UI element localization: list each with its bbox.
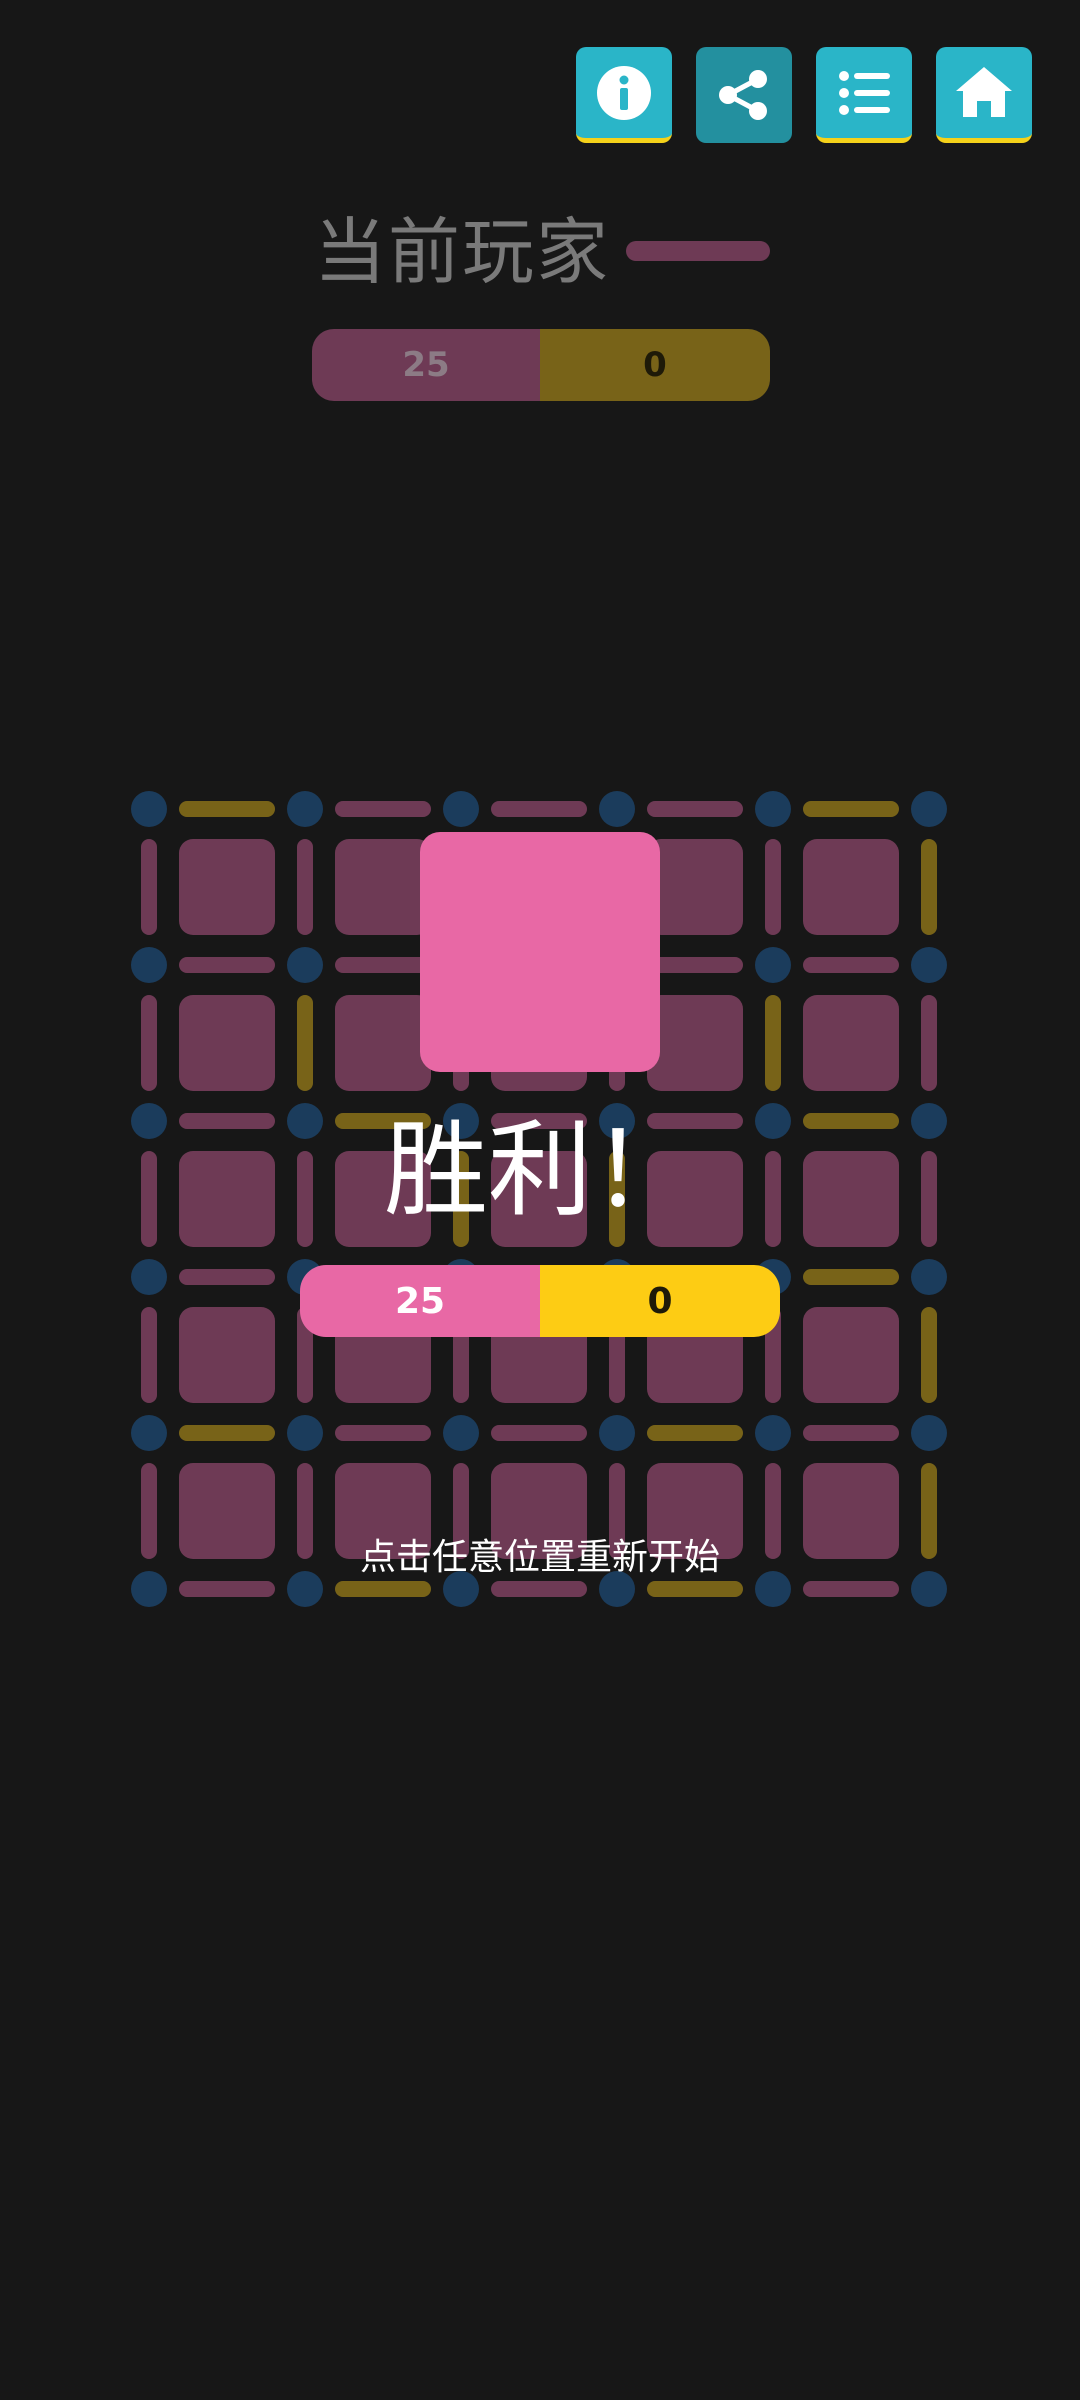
final-player1-score: 25 (300, 1265, 540, 1337)
victory-overlay[interactable]: 胜利！ 25 0 点击任意位置重新开始 (0, 0, 1080, 2400)
restart-hint[interactable]: 点击任意位置重新开始 (240, 1530, 840, 1586)
winner-color-swatch (420, 832, 660, 1072)
victory-title: 胜利！ (383, 1109, 696, 1231)
final-player2-score: 0 (540, 1265, 780, 1337)
final-score-bar: 25 0 (300, 1265, 780, 1337)
